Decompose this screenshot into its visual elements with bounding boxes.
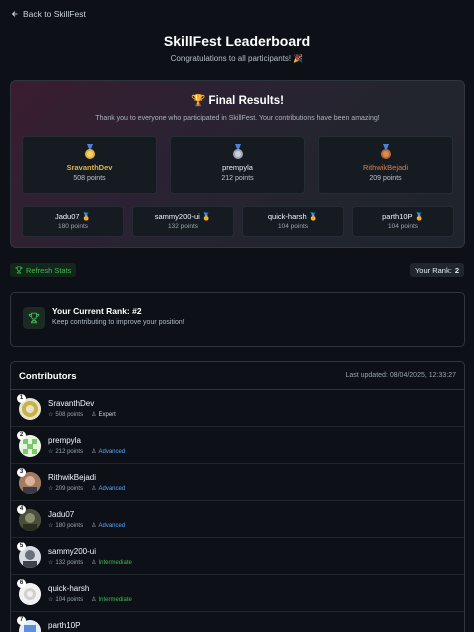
trophy-icon xyxy=(15,266,23,274)
level-icon: ♙ xyxy=(91,560,97,566)
podium-points: 212 points xyxy=(221,175,254,182)
podium-card-2: prempyla 212 points xyxy=(170,136,305,194)
final-results-subtitle: Thank you to everyone who participated i… xyxy=(95,115,380,122)
podium-name: SravanthDev xyxy=(66,163,113,172)
rank-number: 7 xyxy=(17,616,26,625)
silver-medal-icon xyxy=(232,144,243,159)
runner-name: quick-harsh xyxy=(267,212,307,221)
contributor-name: Jadu07 xyxy=(48,510,75,519)
points-value: 132 points xyxy=(55,559,84,566)
points-value: 180 points xyxy=(55,522,84,529)
star-icon: ☆ xyxy=(48,412,54,418)
level-badge: Intermediate xyxy=(98,596,132,603)
runner-points: 104 points xyxy=(278,223,308,230)
list-item[interactable]: 7 parth10P xyxy=(11,612,464,632)
podium-card-3: RithwikBejadi 209 points xyxy=(318,136,453,194)
points-value: 209 points xyxy=(55,485,84,492)
star-icon: ☆ xyxy=(48,486,54,492)
level-badge: Intermediate xyxy=(98,559,132,566)
final-results-panel: 🏆 Final Results! Thank you to everyone w… xyxy=(10,80,465,248)
rank-number: 1 xyxy=(17,394,26,403)
your-rank-badge: Your Rank: 2 xyxy=(409,263,464,277)
contributor-name: sammy200-ui xyxy=(48,547,97,556)
runner-name: Jadu07 xyxy=(54,212,80,221)
runner-card: sammy200-ui 🏅 132 points xyxy=(132,206,234,237)
rank-number: 3 xyxy=(17,468,26,477)
level-badge: Advanced xyxy=(98,448,126,455)
refresh-stats-button[interactable]: Refresh Stats xyxy=(10,263,77,277)
level-badge: Expert xyxy=(98,411,116,418)
podium-points: 508 points xyxy=(73,175,106,182)
star-icon: ☆ xyxy=(48,449,54,455)
points-value: 508 points xyxy=(55,411,84,418)
last-updated: Last updated: 08/04/2025, 12:33:27 xyxy=(345,372,456,379)
contributor-name: parth10P xyxy=(48,621,81,630)
list-item[interactable]: 1 SravanthDev ☆ 508 points ♙ Expert xyxy=(11,390,464,427)
runner-name: sammy200-ui xyxy=(154,212,200,221)
runner-card: Jadu07 🏅 180 points xyxy=(22,206,124,237)
podium-points: 209 points xyxy=(369,175,402,182)
level-badge: Advanced xyxy=(98,485,126,492)
arrow-left-icon xyxy=(11,11,18,17)
star-icon: ☆ xyxy=(48,597,54,603)
runner-points: 132 points xyxy=(168,223,198,230)
level-badge: Advanced xyxy=(98,522,126,529)
contributor-name: SravanthDev xyxy=(48,399,95,408)
level-icon: ♙ xyxy=(91,412,97,418)
page-title: SkillFest Leaderboard xyxy=(163,33,311,49)
your-rank-value: 2 xyxy=(454,265,459,275)
bronze-medal-icon xyxy=(380,144,391,159)
level-icon: ♙ xyxy=(91,523,97,529)
list-item[interactable]: 6 quick-harsh ☆ 104 points ♙ Intermediat… xyxy=(11,575,464,612)
medal-badge-icon: 🏅 xyxy=(414,212,424,221)
current-rank-card: Your Current Rank: #2 Keep contributing … xyxy=(10,292,465,347)
refresh-stats-label: Refresh Stats xyxy=(26,265,72,275)
gold-medal-icon xyxy=(84,144,95,159)
list-item[interactable]: 5 sammy200-ui ☆ 132 points ♙ Intermediat… xyxy=(11,538,464,575)
runner-name: parth10P xyxy=(382,212,413,221)
contributor-name: quick-harsh xyxy=(48,584,90,593)
current-rank-subtitle: Keep contributing to improve your positi… xyxy=(52,319,185,326)
current-rank-title: Your Current Rank: #2 xyxy=(52,306,142,316)
trophy-icon xyxy=(28,312,40,324)
podium-name: prempyla xyxy=(222,163,253,172)
rank-number: 6 xyxy=(17,579,26,588)
star-icon: ☆ xyxy=(48,560,54,566)
level-icon: ♙ xyxy=(91,486,97,492)
final-results-title: 🏆 Final Results! xyxy=(191,95,284,107)
rank-number: 4 xyxy=(17,505,26,514)
podium-name: RithwikBejadi xyxy=(362,163,409,172)
list-item[interactable]: 4 Jadu07 ☆ 180 points ♙ Advanced xyxy=(11,501,464,538)
runner-card: quick-harsh 🏅 104 points xyxy=(242,206,344,237)
level-icon: ♙ xyxy=(91,597,97,603)
points-value: 104 points xyxy=(55,596,84,603)
podium-card-1: SravanthDev 508 points xyxy=(22,136,157,194)
trophy-icon-box xyxy=(23,307,45,329)
contributors-title: Contributors xyxy=(19,371,77,382)
runner-card: parth10P 🏅 104 points xyxy=(352,206,454,237)
medal-badge-icon: 🏅 xyxy=(81,212,92,221)
contributor-name: prempyla xyxy=(48,436,81,445)
list-item[interactable]: 2 prempyla ☆ 212 points ♙ Advanced xyxy=(11,427,464,464)
your-rank-label: Your Rank: xyxy=(414,265,452,275)
page-subtitle: Congratulations to all participants! 🎉 xyxy=(170,54,304,63)
back-link-label: Back to SkillFest xyxy=(23,9,86,19)
rank-number: 2 xyxy=(17,431,26,440)
contributors-panel: Contributors Last updated: 08/04/2025, 1… xyxy=(10,361,465,632)
rank-number: 5 xyxy=(17,542,26,551)
list-item[interactable]: 3 RithwikBejadi ☆ 209 points ♙ Advanced xyxy=(11,464,464,501)
runner-points: 180 points xyxy=(58,223,88,230)
runner-points: 104 points xyxy=(388,223,418,230)
medal-badge-icon: 🏅 xyxy=(308,212,319,221)
medal-badge-icon: 🏅 xyxy=(201,212,212,221)
level-icon: ♙ xyxy=(91,449,97,455)
star-icon: ☆ xyxy=(48,523,54,529)
contributor-name: RithwikBejadi xyxy=(48,473,97,482)
back-link[interactable]: Back to SkillFest xyxy=(11,9,86,19)
points-value: 212 points xyxy=(55,448,84,455)
